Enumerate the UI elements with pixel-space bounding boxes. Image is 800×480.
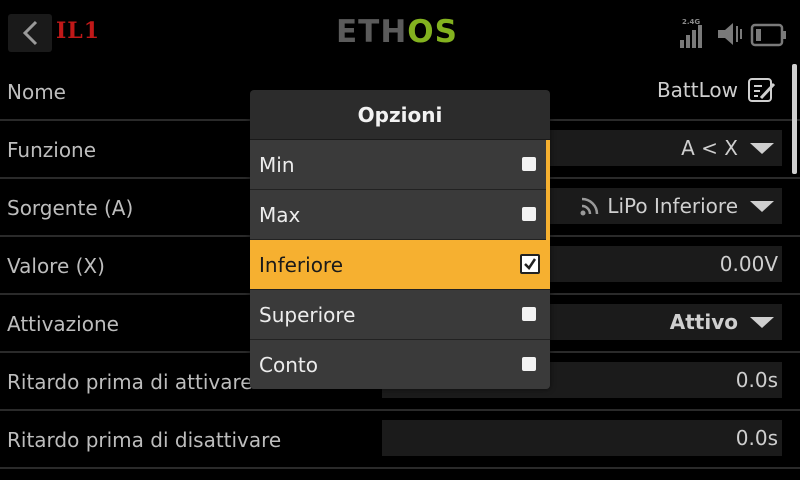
row-label: Attivazione — [7, 312, 119, 336]
dialog-title: Opzioni — [250, 90, 550, 140]
caret-down-icon — [750, 142, 774, 154]
checkbox-unchecked-icon[interactable] — [522, 207, 536, 221]
option-conto[interactable]: Conto — [250, 340, 550, 389]
delay-off-field[interactable]: 0.0s — [382, 420, 782, 456]
row-label: Ritardo prima di attivare — [7, 370, 253, 394]
checkbox-unchecked-icon[interactable] — [522, 307, 536, 321]
row-delay-off: Ritardo prima di disattivare 0.0s — [0, 412, 800, 469]
row-label: Sorgente (A) — [7, 196, 134, 220]
signal-icon: 2.4G — [680, 16, 710, 48]
top-bar: IL1 ETHOS 2.4G — [0, 0, 800, 58]
edit-icon — [748, 78, 776, 102]
ethos-logo: ETHOS — [336, 14, 458, 50]
row-label: Valore (X) — [7, 254, 105, 278]
option-superiore[interactable]: Superiore — [250, 290, 550, 340]
status-icons: 2.4G — [680, 14, 788, 48]
checkbox-unchecked-icon[interactable] — [522, 157, 536, 171]
list-scrollbar[interactable] — [792, 64, 797, 174]
option-max[interactable]: Max — [250, 190, 550, 240]
row-label: Funzione — [7, 138, 97, 162]
battery-icon — [750, 23, 786, 47]
dialog-scrollbar[interactable] — [546, 140, 550, 240]
model-name: IL1 — [56, 18, 101, 44]
telemetry-icon — [580, 197, 599, 216]
options-dialog: Opzioni Min Max Inferiore Superiore Cont… — [250, 90, 550, 389]
checkbox-unchecked-icon[interactable] — [522, 357, 536, 371]
back-button[interactable] — [8, 14, 52, 52]
row-label: Ritardo prima di disattivare — [7, 428, 282, 452]
chevron-left-icon — [22, 20, 38, 46]
row-label: Nome — [7, 80, 66, 104]
caret-down-icon — [750, 316, 774, 328]
option-min[interactable]: Min — [250, 140, 550, 190]
checkbox-checked-icon[interactable] — [520, 254, 540, 274]
speaker-icon[interactable] — [716, 20, 744, 48]
caret-down-icon — [750, 200, 774, 212]
option-inferiore[interactable]: Inferiore — [250, 240, 550, 290]
